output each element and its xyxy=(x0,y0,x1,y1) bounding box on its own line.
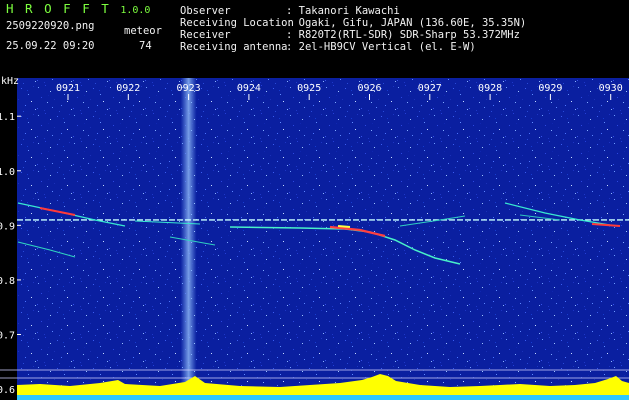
x-tick-label: 0929 xyxy=(538,83,562,94)
y-tick-label: 0.6 xyxy=(0,385,15,396)
x-tick-label: 0921 xyxy=(56,83,80,94)
x-tick-label: 0926 xyxy=(357,83,381,94)
y-tick-label: 0.7 xyxy=(0,331,15,342)
y-tick-label: 0.9 xyxy=(0,221,15,232)
histogram-base xyxy=(17,395,629,400)
y-axis-unit: kHz xyxy=(1,76,19,87)
y-tick-label: 1.1 xyxy=(0,112,15,123)
spectrogram-chart: kHz 0921 0922 0923 0924 0925 0926 0927 0928 0929… xyxy=(0,76,629,400)
x-tick-label: 0928 xyxy=(478,83,502,94)
spectrogram-background xyxy=(17,78,629,400)
x-tick-label: 0925 xyxy=(297,83,321,94)
x-tick-label: 0927 xyxy=(418,83,442,94)
meteor-echo-yellow xyxy=(337,225,351,228)
y-tick-label: 0.8 xyxy=(0,276,15,287)
x-tick-label: 0924 xyxy=(237,83,261,94)
x-tick-label: 0930 xyxy=(599,83,623,94)
y-tick-label: 1.0 xyxy=(0,167,15,178)
x-tick-label: 0922 xyxy=(116,83,140,94)
x-tick-label: 0923 xyxy=(177,83,201,94)
